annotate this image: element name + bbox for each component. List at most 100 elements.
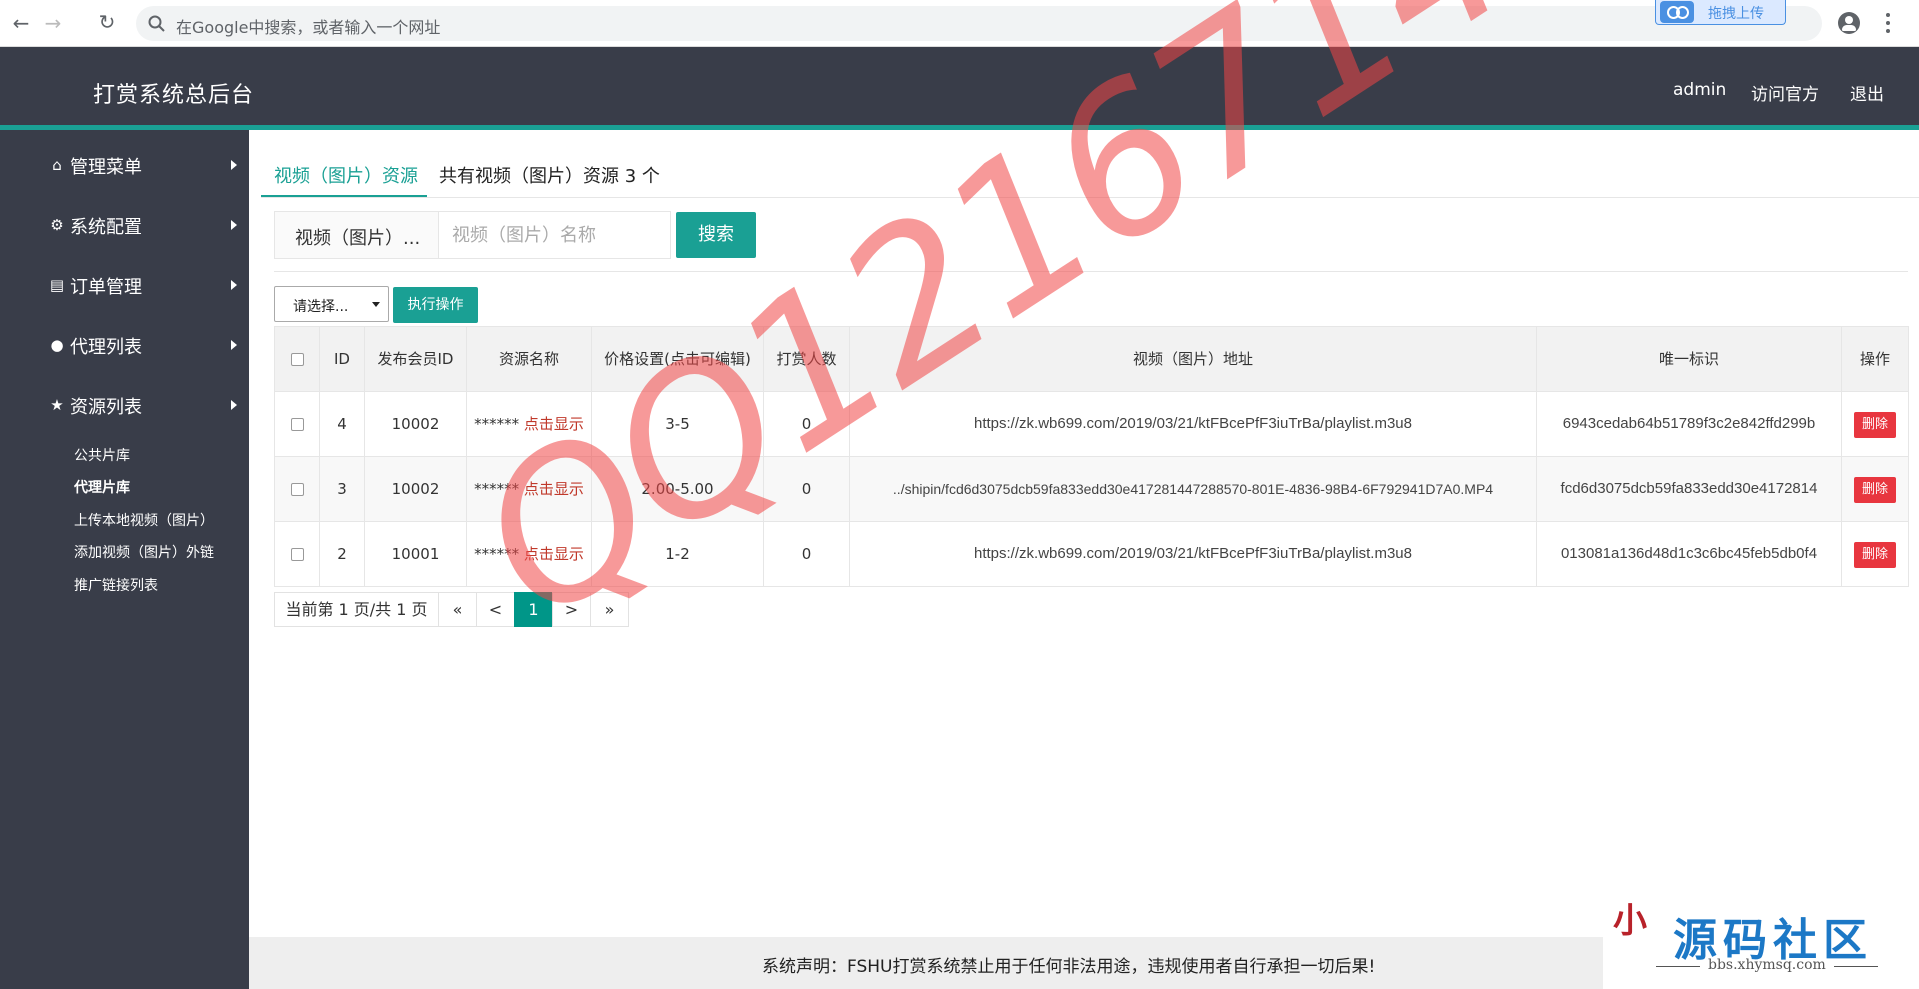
cell-video-url: https://zk.wb699.com/2019/03/21/ktFBcePf… bbox=[849, 521, 1537, 587]
column-header: 资源名称 bbox=[466, 326, 592, 392]
site-logo: 小 源码社区 bbs.xhymsq.com bbox=[1603, 900, 1919, 989]
delete-button[interactable]: 删除 bbox=[1854, 476, 1896, 503]
cell-id: 2 bbox=[319, 521, 365, 587]
tab-video-resources[interactable]: 视频（图片）资源 bbox=[261, 150, 427, 198]
bulk-action-select[interactable]: 请选择... bbox=[274, 286, 389, 322]
sidebar-item-label: 资源列表 bbox=[70, 397, 142, 418]
row-checkbox[interactable] bbox=[290, 418, 304, 431]
row-checkbox[interactable] bbox=[290, 548, 304, 561]
cell-action: 删除 bbox=[1841, 391, 1909, 457]
sidebar-item-resources[interactable]: ★ 资源列表 bbox=[0, 375, 249, 435]
table-row: 4 10002 ****** 点击显示 3-5 0 https://zk.wb6… bbox=[274, 391, 1909, 457]
cell-video-url: ../shipin/fcd6d3075dcb59fa833edd30e41728… bbox=[849, 456, 1537, 522]
cell-action: 删除 bbox=[1841, 521, 1909, 587]
masked-name: ****** bbox=[474, 415, 520, 433]
search-input[interactable] bbox=[438, 211, 671, 259]
pagination: 当前第 1 页/共 1 页 « < 1 > » bbox=[274, 592, 629, 627]
forward-arrow-icon[interactable]: → bbox=[41, 11, 65, 35]
chevron-right-icon bbox=[231, 220, 237, 230]
cell-resource-name: ****** 点击显示 bbox=[466, 456, 592, 522]
cell-action: 删除 bbox=[1841, 456, 1909, 522]
cell-member-id: 10001 bbox=[364, 521, 467, 587]
select-all-checkbox[interactable] bbox=[290, 353, 304, 366]
gears-icon: ⚙ bbox=[50, 216, 64, 234]
reload-icon[interactable]: ↻ bbox=[95, 10, 119, 34]
upload-badge-label: 拖拽上传 bbox=[1708, 6, 1764, 22]
column-header: 发布会员ID bbox=[364, 326, 467, 392]
select-all-cell bbox=[274, 326, 320, 392]
upload-extension-badge[interactable]: 拖拽上传 bbox=[1655, 0, 1786, 25]
row-checkbox[interactable] bbox=[290, 483, 304, 496]
tab-divider bbox=[261, 197, 1919, 198]
last-page-button[interactable]: » bbox=[590, 592, 629, 627]
first-page-button[interactable]: « bbox=[438, 592, 477, 627]
sidebar-item-system-config[interactable]: ⚙ 系统配置 bbox=[0, 195, 249, 255]
header-link-admin[interactable]: admin bbox=[1673, 80, 1726, 100]
sidebar-item-admin-menu[interactable]: ⌂ 管理菜单 bbox=[0, 135, 249, 195]
star-icon: ★ bbox=[50, 396, 64, 414]
sidebar-item-label: 管理菜单 bbox=[70, 157, 142, 178]
back-arrow-icon[interactable]: ← bbox=[9, 11, 33, 35]
submenu-agent-library[interactable]: 代理片库 bbox=[74, 477, 130, 497]
cell-tip-count: 0 bbox=[763, 391, 850, 457]
header-accent-bar bbox=[0, 125, 1919, 130]
reveal-link[interactable]: 点击显示 bbox=[524, 545, 584, 563]
current-page-button[interactable]: 1 bbox=[514, 592, 553, 627]
app-header: 打赏系统总后台 admin 访问官方 退出 bbox=[0, 47, 1919, 130]
cell-resource-name: ****** 点击显示 bbox=[466, 521, 592, 587]
chevron-right-icon bbox=[231, 340, 237, 350]
header-link-official-site[interactable]: 访问官方 bbox=[1751, 80, 1819, 105]
sidebar-item-orders[interactable]: ▤ 订单管理 bbox=[0, 255, 249, 315]
cell-price[interactable]: 2.00-5.00 bbox=[591, 456, 764, 522]
sidebar-item-label: 代理列表 bbox=[70, 337, 142, 358]
cell-price[interactable]: 1-2 bbox=[591, 521, 764, 587]
chevron-right-icon bbox=[231, 400, 237, 410]
delete-button[interactable]: 删除 bbox=[1854, 541, 1896, 568]
chevron-right-icon bbox=[231, 280, 237, 290]
cell-video-url: https://zk.wb699.com/2019/03/21/ktFBcePf… bbox=[849, 391, 1537, 457]
logo-url: bbs.xhymsq.com bbox=[1656, 957, 1878, 973]
column-header: 价格设置(点击可编辑) bbox=[591, 326, 764, 392]
bulk-action-value: 请选择... bbox=[293, 299, 349, 315]
delete-button[interactable]: 删除 bbox=[1854, 411, 1896, 438]
filter-type-label: 视频（图片）... bbox=[295, 228, 421, 249]
next-page-button[interactable]: > bbox=[552, 592, 591, 627]
search-button[interactable]: 搜索 bbox=[676, 212, 756, 258]
execute-action-button[interactable]: 执行操作 bbox=[393, 287, 478, 323]
reveal-link[interactable]: 点击显示 bbox=[524, 480, 584, 498]
address-placeholder: 在Google中搜索，或者输入一个网址 bbox=[176, 18, 441, 37]
more-menu-icon[interactable] bbox=[1880, 10, 1896, 36]
app-title: 打赏系统总后台 bbox=[93, 83, 255, 108]
header-link-logout[interactable]: 退出 bbox=[1850, 80, 1884, 105]
table-row: 2 10001 ****** 点击显示 1-2 0 https://zk.wb6… bbox=[274, 521, 1909, 587]
cell-resource-name: ****** 点击显示 bbox=[466, 391, 592, 457]
browser-toolbar: ← → ↻ 在Google中搜索，或者输入一个网址 拖拽上传 bbox=[0, 0, 1919, 47]
reveal-link[interactable]: 点击显示 bbox=[524, 415, 584, 433]
column-header: 视频（图片）地址 bbox=[849, 326, 1537, 392]
submenu-add-external-link[interactable]: 添加视频（图片）外链 bbox=[74, 542, 214, 562]
cell-tip-count: 0 bbox=[763, 456, 850, 522]
sidebar-item-label: 订单管理 bbox=[70, 277, 142, 298]
address-bar[interactable]: 在Google中搜索，或者输入一个网址 bbox=[136, 6, 1822, 41]
table-header-row: ID 发布会员ID 资源名称 价格设置(点击可编辑) 打赏人数 视频（图片）地址… bbox=[274, 326, 1909, 392]
account-icon[interactable] bbox=[1838, 12, 1860, 34]
submenu-public-library[interactable]: 公共片库 bbox=[74, 445, 130, 465]
page-info: 当前第 1 页/共 1 页 bbox=[274, 592, 439, 627]
cell-tip-count: 0 bbox=[763, 521, 850, 587]
prev-page-button[interactable]: < bbox=[476, 592, 515, 627]
submenu-upload-local-video[interactable]: 上传本地视频（图片） bbox=[74, 510, 214, 530]
cell-price[interactable]: 3-5 bbox=[591, 391, 764, 457]
column-header: 唯一标识 bbox=[1536, 326, 1842, 392]
cell-id: 4 bbox=[319, 391, 365, 457]
sidebar-item-label: 系统配置 bbox=[70, 217, 142, 238]
sidebar-item-agents[interactable]: ● 代理列表 bbox=[0, 315, 249, 375]
filter-type-select[interactable]: 视频（图片）... bbox=[274, 211, 440, 259]
home-icon: ⌂ bbox=[52, 156, 62, 174]
cell-id: 3 bbox=[319, 456, 365, 522]
footer-disclaimer: 系统声明：FSHU打赏系统禁止用于任何非法用途，违规使用者自行承担一切后果! bbox=[762, 957, 1376, 977]
submenu-promo-links[interactable]: 推广链接列表 bbox=[74, 575, 158, 595]
tab-label: 视频（图片）资源 bbox=[274, 166, 418, 187]
chevron-right-icon bbox=[231, 160, 237, 170]
bar-chart-icon: ▤ bbox=[49, 276, 65, 294]
masked-name: ****** bbox=[474, 545, 520, 563]
